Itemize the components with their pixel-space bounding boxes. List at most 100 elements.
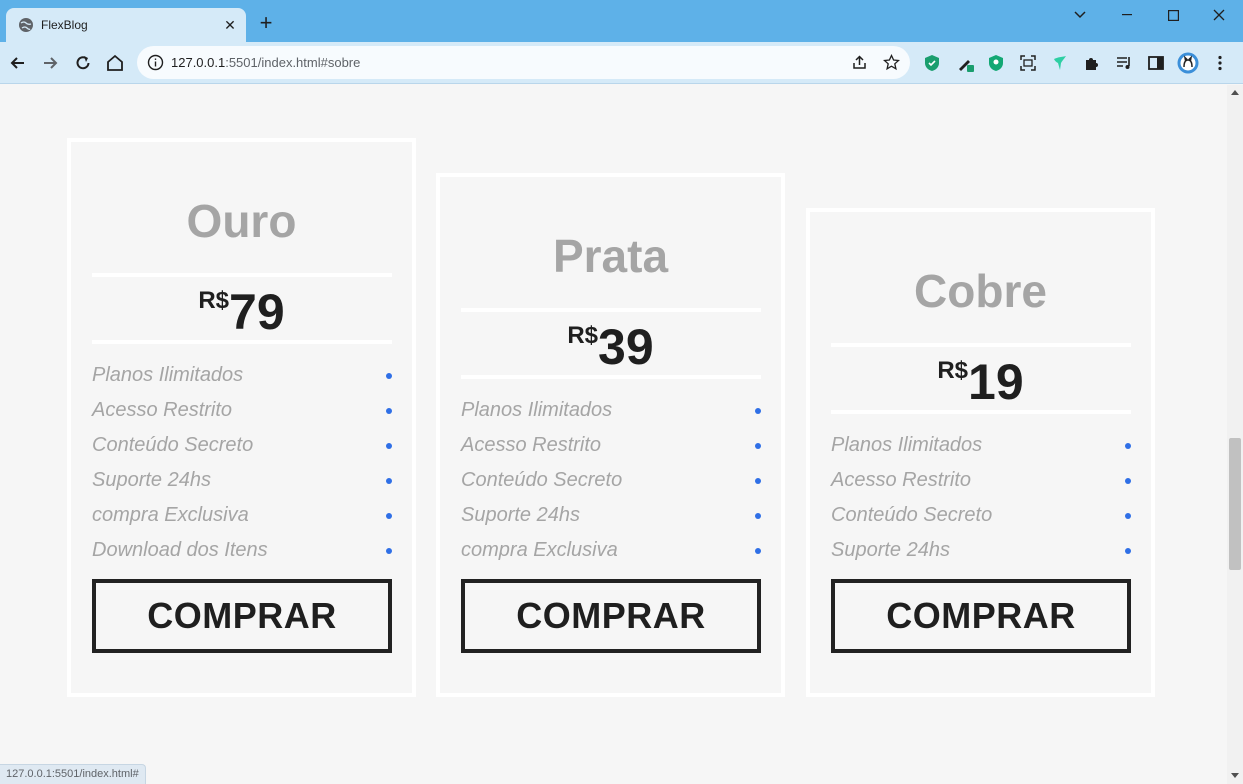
feature-label: Acesso Restrito xyxy=(831,469,972,491)
divider xyxy=(92,340,392,344)
maximize-button[interactable] xyxy=(1153,4,1193,26)
bullet-dot-icon xyxy=(386,408,392,414)
feature-item: Acesso Restrito xyxy=(831,463,1131,498)
plan-price: R$39 xyxy=(440,320,781,374)
feature-label: Download dos Itens xyxy=(92,539,268,561)
pricing-card-ouro: Ouro R$79 Planos Ilimitados Acesso Restr… xyxy=(67,138,416,697)
close-window-button[interactable] xyxy=(1199,4,1239,26)
pricing-card-prata: Prata R$39 Planos Ilimitados Acesso Rest… xyxy=(436,173,785,697)
scroll-down-arrow-icon[interactable] xyxy=(1231,773,1239,778)
scroll-thumb[interactable] xyxy=(1229,438,1241,570)
bullet-dot-icon xyxy=(1125,478,1131,484)
minimize-button[interactable] xyxy=(1107,4,1147,26)
reload-icon[interactable] xyxy=(73,53,93,73)
feature-item: Suporte 24hs xyxy=(92,463,392,498)
pricing-card-cobre: Cobre R$19 Planos Ilimitados Acesso Rest… xyxy=(806,208,1155,697)
browser-toolbar: 127.0.0.1:5501/index.html#sobre xyxy=(0,42,1243,84)
tab-close-icon[interactable]: ✕ xyxy=(222,17,238,33)
currency-symbol: R$ xyxy=(937,357,969,384)
divider xyxy=(461,308,761,312)
new-tab-button[interactable]: + xyxy=(256,12,276,34)
bookmark-star-icon[interactable] xyxy=(883,54,900,71)
address-bar[interactable]: 127.0.0.1:5501/index.html#sobre xyxy=(137,46,910,79)
bullet-dot-icon xyxy=(1125,548,1131,554)
divider xyxy=(461,375,761,379)
url-host: 127.0.0.1 xyxy=(171,55,226,70)
bullet-dot-icon xyxy=(386,478,392,484)
bullet-dot-icon xyxy=(755,548,761,554)
currency-symbol: R$ xyxy=(198,287,230,314)
feature-label: Planos Ilimitados xyxy=(831,434,983,456)
back-arrow-icon[interactable] xyxy=(8,53,28,73)
feature-label: Acesso Restrito xyxy=(461,434,602,456)
profile-avatar-icon[interactable] xyxy=(1177,52,1199,74)
share-icon[interactable] xyxy=(851,54,868,71)
bullet-dot-icon xyxy=(755,408,761,414)
globe-icon xyxy=(19,18,33,32)
forward-arrow-icon[interactable] xyxy=(40,53,60,73)
buy-button-ouro[interactable]: COMPRAR xyxy=(92,579,392,653)
feature-item: Planos Ilimitados xyxy=(92,358,392,393)
site-info-icon[interactable] xyxy=(147,54,164,71)
page-scrollbar[interactable] xyxy=(1227,85,1243,784)
bullet-dot-icon xyxy=(386,443,392,449)
home-icon[interactable] xyxy=(105,53,125,73)
feature-label: Planos Ilimitados xyxy=(92,364,244,386)
shield-extension-icon[interactable] xyxy=(922,53,942,73)
bullet-dot-icon xyxy=(755,513,761,519)
feature-item: Acesso Restrito xyxy=(461,428,761,463)
capture-extension-icon[interactable] xyxy=(1018,53,1038,73)
bullet-dot-icon xyxy=(386,373,392,379)
feature-label: Conteúdo Secreto xyxy=(461,469,623,491)
feature-item: Planos Ilimitados xyxy=(461,393,761,428)
price-amount: 19 xyxy=(968,354,1024,410)
plan-price: R$19 xyxy=(810,355,1151,409)
buy-button-prata[interactable]: COMPRAR xyxy=(461,579,761,653)
tab-search-dropdown-icon[interactable] xyxy=(1060,4,1100,26)
puzzle-extensions-icon[interactable] xyxy=(1082,53,1102,73)
feature-label: Conteúdo Secreto xyxy=(92,434,254,456)
feature-label: Suporte 24hs xyxy=(831,539,950,561)
page-viewport: Ouro R$79 Planos Ilimitados Acesso Restr… xyxy=(0,85,1227,784)
bird-extension-icon[interactable] xyxy=(1050,53,1070,73)
feature-item: Suporte 24hs xyxy=(461,498,761,533)
url-text[interactable]: 127.0.0.1:5501/index.html#sobre xyxy=(171,54,360,71)
bullet-dot-icon xyxy=(1125,513,1131,519)
plan-name: Cobre xyxy=(914,265,1047,317)
scroll-up-arrow-icon[interactable] xyxy=(1231,90,1239,95)
bullet-dot-icon xyxy=(1125,443,1131,449)
browser-titlebar: FlexBlog ✕ + xyxy=(0,0,1243,42)
feature-list: Planos Ilimitados Acesso Restrito Conteú… xyxy=(461,393,761,568)
currency-symbol: R$ xyxy=(567,322,599,349)
feature-label: Acesso Restrito xyxy=(92,399,233,421)
divider xyxy=(831,343,1131,347)
feature-label: Conteúdo Secreto xyxy=(831,504,993,526)
buy-button-cobre[interactable]: COMPRAR xyxy=(831,579,1131,653)
feature-list: Planos Ilimitados Acesso Restrito Conteú… xyxy=(831,428,1131,568)
media-control-icon[interactable] xyxy=(1114,53,1134,73)
feature-item: compra Exclusiva xyxy=(461,533,761,568)
pen-extension-icon[interactable] xyxy=(955,53,975,73)
price-amount: 39 xyxy=(598,319,654,375)
link-status-bar: 127.0.0.1:5501/index.html# xyxy=(0,764,146,784)
feature-item: Suporte 24hs xyxy=(831,533,1131,568)
feature-label: compra Exclusiva xyxy=(92,504,249,526)
divider xyxy=(831,410,1131,414)
feature-item: Conteúdo Secreto xyxy=(92,428,392,463)
feature-label: Suporte 24hs xyxy=(92,469,211,491)
tab-title: FlexBlog xyxy=(41,18,88,32)
feature-label: Suporte 24hs xyxy=(461,504,580,526)
feature-item: Conteúdo Secreto xyxy=(461,463,761,498)
browser-tab[interactable]: FlexBlog ✕ xyxy=(6,8,246,42)
shield-green-extension-icon[interactable] xyxy=(986,53,1006,73)
price-amount: 79 xyxy=(229,284,285,340)
browser-menu-icon[interactable] xyxy=(1210,53,1230,73)
feature-item: Acesso Restrito xyxy=(92,393,392,428)
feature-item: compra Exclusiva xyxy=(92,498,392,533)
side-panel-icon[interactable] xyxy=(1146,53,1166,73)
feature-item: Planos Ilimitados xyxy=(831,428,1131,463)
feature-item: Conteúdo Secreto xyxy=(831,498,1131,533)
bullet-dot-icon xyxy=(386,548,392,554)
feature-item: Download dos Itens xyxy=(92,533,392,568)
plan-name: Ouro xyxy=(186,195,297,247)
